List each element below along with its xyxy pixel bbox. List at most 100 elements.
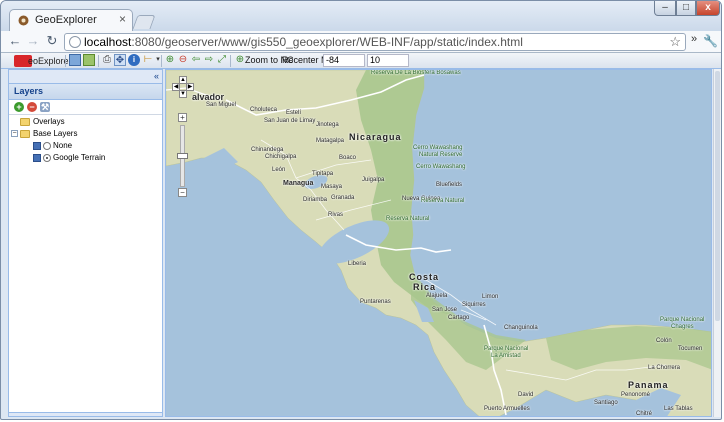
forward-icon[interactable]: → <box>25 33 41 49</box>
bookmark-star-icon[interactable]: ☆ <box>669 34 681 50</box>
map-label-penonome: Penonomé <box>621 392 651 398</box>
panel-bottom-bar <box>9 412 162 416</box>
map-label-nicaragua: Nicaragua <box>349 132 402 142</box>
map-label-masaya: Masaya <box>321 184 343 190</box>
radio-none[interactable] <box>43 142 51 150</box>
browser-tab[interactable]: GeoExplorer × <box>9 9 133 31</box>
pan-icon[interactable]: ✥ <box>114 54 126 66</box>
minimize-icon: – <box>662 2 668 13</box>
minimize-button[interactable]: – <box>654 1 676 16</box>
zoom-in-icon[interactable]: ⊕ <box>164 54 176 66</box>
tree-item-overlays[interactable]: Overlays <box>9 116 162 128</box>
collapse-node-icon[interactable]: − <box>11 130 18 137</box>
maximize-button[interactable]: □ <box>676 1 696 16</box>
wrench-icon[interactable]: 🔧 <box>703 34 718 48</box>
navigation-bar: ← → ↻ localhost:8080/geoserver/www/gis55… <box>1 31 721 53</box>
map-label-rica: Rica <box>413 282 437 292</box>
map-label-limon: Limon <box>482 294 499 300</box>
tab-close-icon[interactable]: × <box>119 12 126 26</box>
map-label-david: David <box>518 392 534 398</box>
title-bar: GeoExplorer × – □ x <box>1 1 721 31</box>
close-icon: x <box>705 2 711 13</box>
map-label-la-chorrera: La Chorrera <box>648 365 681 371</box>
map-label-san-jose: San Jose <box>432 307 458 313</box>
layer-icon <box>33 142 41 150</box>
layers-panel-header: Layers <box>9 84 162 100</box>
geoexplorer-favicon-icon <box>18 15 29 26</box>
tree-item-none[interactable]: None <box>9 140 162 152</box>
layers-panel: « Layers + − ⚒ Overlays − Base Layers No… <box>8 69 163 417</box>
tab-title: GeoExplorer <box>35 14 97 26</box>
zoom-level-input[interactable]: 10 <box>367 54 409 67</box>
layer-icon <box>33 154 41 162</box>
tree-item-base-layers[interactable]: − Base Layers <box>9 128 162 140</box>
map-view[interactable]: alvador San Miguel Choluteca Reserva De … <box>165 69 712 417</box>
page-scrollbar-thumb[interactable] <box>715 71 720 321</box>
tree-label-google-terrain: Google Terrain <box>53 153 106 162</box>
close-window-button[interactable]: x <box>696 1 720 16</box>
zoom-slider-thumb[interactable] <box>177 153 188 159</box>
remove-layer-icon[interactable]: − <box>27 102 37 112</box>
url-text: localhost:8080/geoserver/www/gis550_geoe… <box>84 35 523 49</box>
map-zoom-in-button[interactable]: + <box>178 113 187 122</box>
map-label-cartago: Cartago <box>448 315 470 321</box>
map-label-alajuela: Alajuela <box>426 293 448 299</box>
terrain-map <box>166 70 711 416</box>
layers-panel-title: Layers <box>14 86 44 96</box>
toolbar-separator <box>230 55 231 67</box>
map-label-reserva-natural-2: Reserva Natural <box>386 216 430 222</box>
map-label-reserva-bosawas: Reserva De La Biosfera Bosawas <box>371 70 461 76</box>
zoom-out-icon[interactable]: ⊖ <box>177 54 189 66</box>
print-icon[interactable]: ⎙ <box>101 54 113 66</box>
more-icon[interactable]: » <box>691 33 697 45</box>
page-scrollbar[interactable] <box>713 69 721 417</box>
info-icon[interactable]: i <box>128 54 140 66</box>
browser-window: GeoExplorer × – □ x ← → ↻ localhost:8080… <box>0 0 722 420</box>
map-label-liberia: Liberia <box>348 261 367 267</box>
map-label-cerro-wawashang: Cerro Wawashang <box>413 145 463 151</box>
map-label-chagres: Chagres <box>671 324 694 330</box>
map-label-rivas: Rivas <box>328 212 344 218</box>
address-bar[interactable]: localhost:8080/geoserver/www/gis550_geoe… <box>64 33 686 51</box>
geoexplorer-logo: eoExplorer <box>14 55 72 67</box>
toolbar-separator <box>161 55 162 67</box>
reload-icon[interactable]: ↻ <box>44 33 60 49</box>
longitude-input[interactable]: -84 <box>323 54 365 67</box>
map-label-parque-nacional-2: Parque Nacional <box>660 317 705 323</box>
pan-control: ▲ ◀ ▶ ▼ <box>172 76 194 98</box>
map-label-leon: León <box>272 167 286 173</box>
map-label-siquirres: Siquirres <box>462 302 486 308</box>
map-label-chichigalpa: Chichigalpa <box>265 154 297 160</box>
toolbar-separator <box>65 55 66 67</box>
map-label-cerro-wawashang-2: Cerro Wawashang <box>416 164 466 170</box>
toolbar-separator <box>98 55 99 67</box>
tree-label-overlays: Overlays <box>33 117 65 126</box>
zoom-extent-icon[interactable]: ⤢ <box>216 54 228 66</box>
map-label-bluefields: Bluefields <box>436 182 463 188</box>
panel-collapse-strip: « <box>9 70 162 84</box>
map-label-panama: Panama <box>628 380 669 390</box>
back-icon[interactable]: ← <box>7 33 23 49</box>
zoom-previous-icon[interactable]: ⇦ <box>190 54 202 66</box>
pan-down-icon[interactable]: ▼ <box>179 90 187 98</box>
new-tab-button[interactable] <box>132 15 156 29</box>
tree-label-none: None <box>53 141 73 150</box>
map-label-natural-reserve: Natural Reserve <box>419 152 463 158</box>
map-label-colon: Colón <box>656 338 672 344</box>
collapse-panel-icon[interactable]: « <box>154 71 159 81</box>
layer-properties-icon[interactable] <box>69 54 81 66</box>
map-label-juigalpa: Juigalpa <box>362 177 385 183</box>
url-path: :8080/geoserver/www/gis550_geoexplorer/W… <box>131 35 523 49</box>
save-map-icon[interactable] <box>83 54 95 66</box>
add-layer-icon[interactable]: + <box>14 102 24 112</box>
measure-dropdown-icon[interactable]: ▾ <box>152 54 164 66</box>
map-label-choluteca: Choluteca <box>250 107 278 113</box>
map-label-changuinola: Changuinola <box>504 325 538 331</box>
tree-item-google-terrain[interactable]: Google Terrain <box>9 152 162 164</box>
map-label-reserva-natural: Reserva Natural <box>421 198 465 204</box>
radio-google-terrain[interactable] <box>43 154 51 162</box>
pan-right-icon[interactable]: ▶ <box>186 83 194 91</box>
map-zoom-out-button[interactable]: − <box>178 188 187 197</box>
layer-properties-wrench-icon[interactable]: ⚒ <box>40 102 50 112</box>
zoom-next-icon[interactable]: ⇨ <box>203 54 215 66</box>
